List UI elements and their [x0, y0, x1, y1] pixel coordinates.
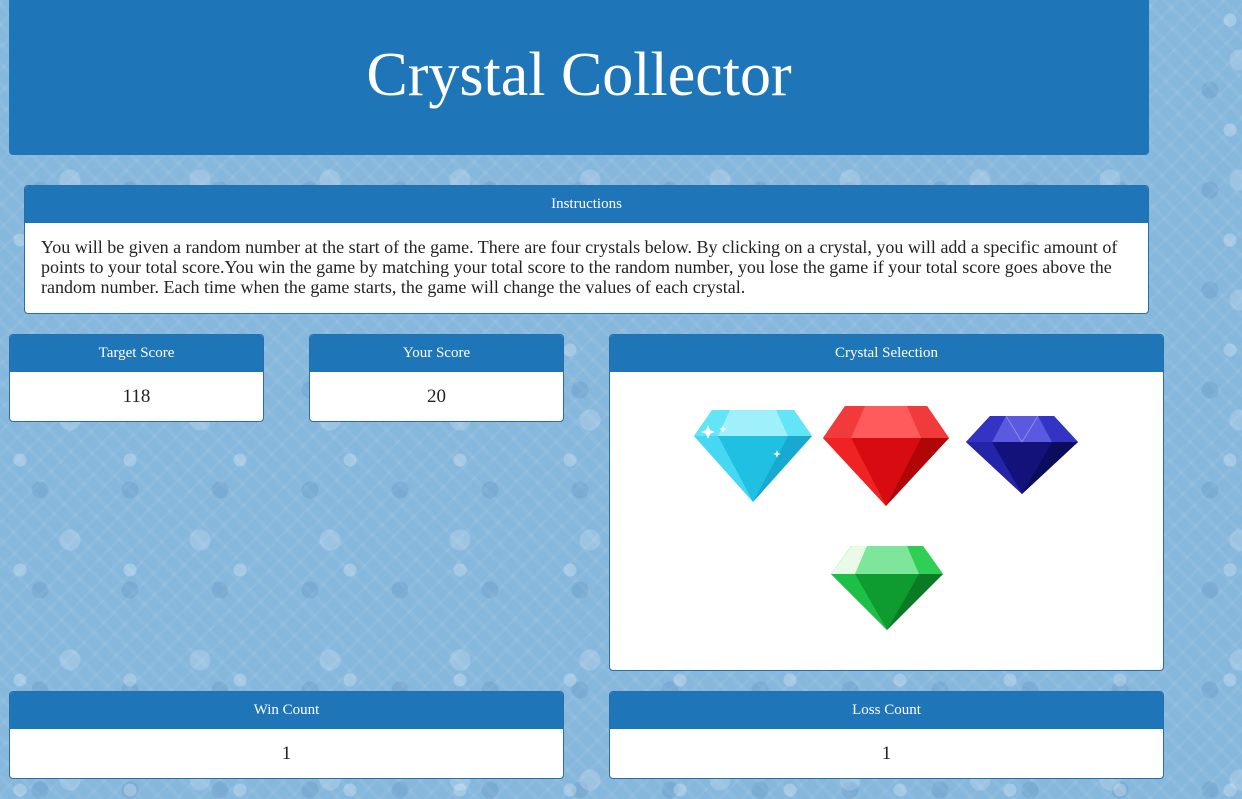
target-score-value: 118 — [122, 386, 151, 407]
instructions-text: You will be given a random number at the… — [41, 237, 1118, 297]
win-count-heading: Win Count — [10, 692, 563, 729]
win-count-value: 1 — [281, 743, 292, 764]
your-score-value: 20 — [427, 386, 446, 407]
crystal-selection-heading: Crystal Selection — [610, 335, 1163, 372]
your-score-heading: Your Score — [310, 335, 563, 372]
page-title: Crystal Collector — [366, 41, 792, 109]
instructions-panel: Instructions You will be given a random … — [24, 185, 1149, 314]
loss-count-panel: Loss Count 1 — [609, 691, 1164, 779]
your-score-panel: Your Score 20 — [309, 334, 564, 422]
cyan-crystal-icon[interactable] — [692, 408, 814, 504]
target-score-panel: Target Score 118 — [9, 334, 264, 422]
header-banner: Crystal Collector — [9, 0, 1149, 155]
win-count-panel: Win Count 1 — [9, 691, 564, 779]
target-score-heading: Target Score — [10, 335, 263, 372]
loss-count-heading: Loss Count — [610, 692, 1163, 729]
green-crystal-icon[interactable] — [829, 544, 945, 632]
crystal-grid — [610, 372, 1163, 668]
red-crystal-icon[interactable] — [821, 404, 951, 508]
blue-crystal-icon[interactable] — [964, 412, 1080, 496]
instructions-heading: Instructions — [25, 186, 1148, 223]
crystal-selection-panel: Crystal Selection — [609, 334, 1164, 671]
loss-count-value: 1 — [881, 743, 892, 764]
